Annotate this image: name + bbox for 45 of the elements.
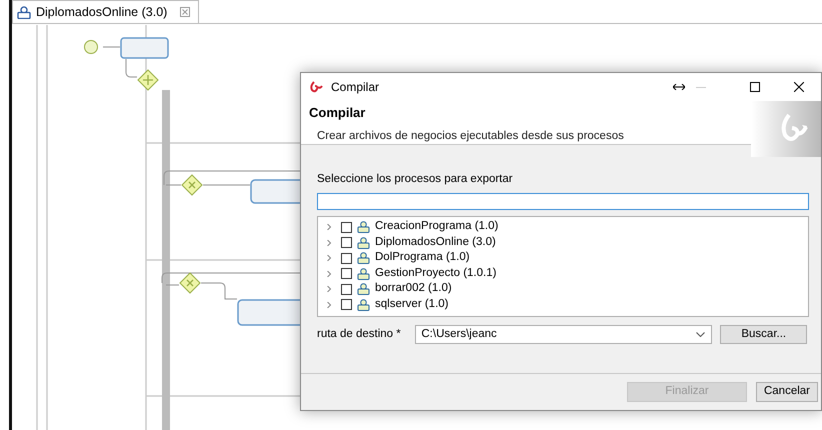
start-event[interactable]	[84, 40, 98, 54]
close-icon	[794, 82, 804, 92]
editor-tab[interactable]: DiplomadosOnline (3.0)	[12, 0, 200, 23]
header-title: Compilar	[309, 104, 366, 122]
destination-combobox[interactable]: C:\Users\jeanc	[415, 325, 712, 344]
gateway-node[interactable]	[181, 174, 203, 196]
header-description: Crear archivos de negocios ejecutables desde sus procesos	[317, 128, 624, 144]
dialog-button[interactable]: Cancelar	[756, 382, 818, 402]
process-label[interactable]: sqlserver (1.0)	[375, 296, 448, 314]
process-icon	[357, 298, 370, 310]
process-label[interactable]: CreacionPrograma (1.0)	[375, 218, 498, 236]
field-label: ruta de destino *	[317, 327, 402, 342]
section-label: Seleccione los procesos para exportar	[317, 172, 514, 187]
chevron-down-icon	[696, 332, 706, 338]
checkbox[interactable]	[341, 268, 352, 279]
window-title: Compilar	[331, 79, 380, 96]
process-icon	[357, 268, 370, 280]
process-icon	[357, 236, 370, 248]
connector-line	[126, 58, 138, 78]
resize-icon	[673, 84, 685, 90]
process-icon	[17, 6, 31, 18]
checkbox[interactable]	[341, 237, 352, 248]
minimize-icon	[696, 86, 706, 88]
task-node[interactable]	[120, 37, 169, 59]
maximize-icon	[750, 82, 760, 92]
checkbox[interactable]	[341, 222, 352, 232]
process-icon	[357, 252, 370, 264]
filter-field[interactable]	[317, 193, 809, 210]
process-label[interactable]: borrar002 (1.0)	[375, 280, 452, 298]
connector-line	[102, 46, 120, 48]
checkbox[interactable]	[341, 284, 352, 294]
close-icon[interactable]	[180, 7, 190, 17]
process-label[interactable]: GestionProyecto (1.0.1)	[375, 264, 496, 282]
process-label[interactable]: DolPrograma (1.0)	[375, 249, 470, 267]
gateway-node[interactable]	[179, 272, 201, 294]
tab-title: DiplomadosOnline (3.0)	[36, 4, 168, 21]
checkbox[interactable]	[341, 252, 352, 264]
header-banner	[751, 101, 821, 157]
process-icon	[357, 221, 370, 233]
browse-button[interactable]: Buscar...	[720, 325, 808, 344]
checkbox[interactable]	[341, 299, 352, 310]
gateway-node[interactable]	[137, 69, 159, 91]
process-label[interactable]: DiplomadosOnline (3.0)	[375, 234, 496, 252]
logo-icon	[309, 81, 323, 93]
process-icon	[357, 283, 370, 295]
